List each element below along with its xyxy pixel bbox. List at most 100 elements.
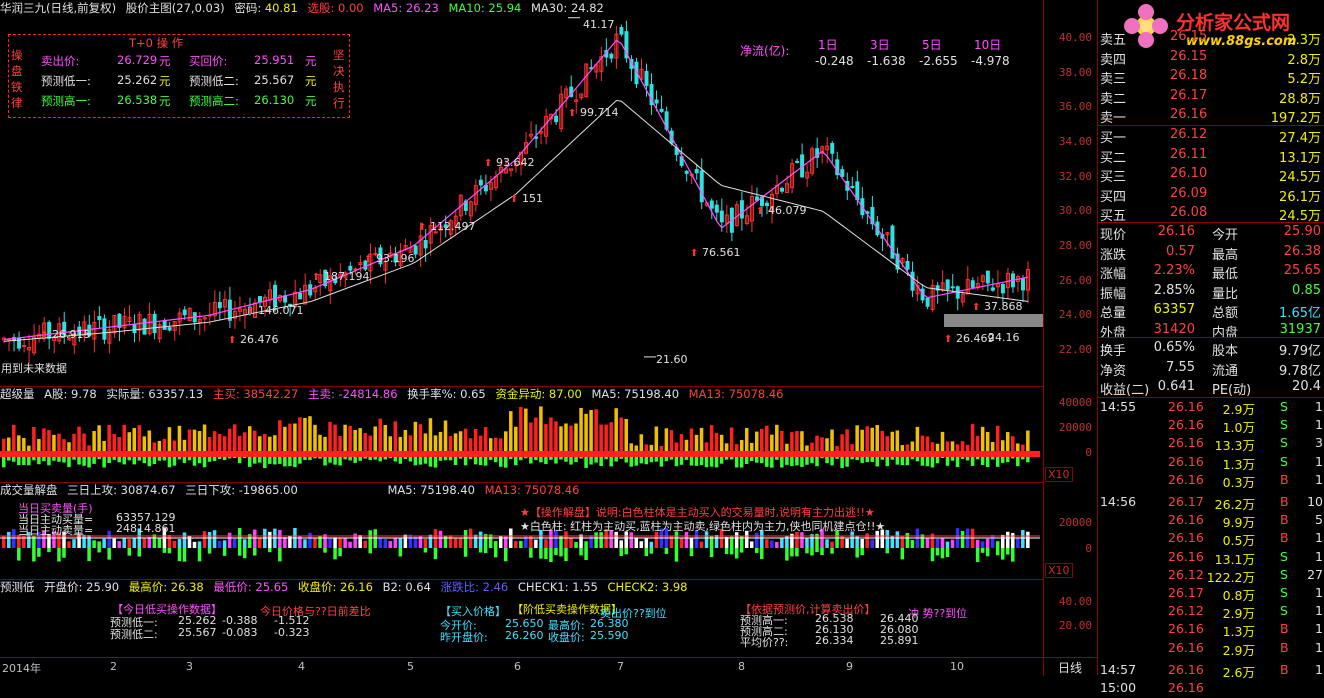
analysis-bar: [584, 541, 588, 548]
low-price: 最低价: 25.65: [213, 580, 289, 594]
tick-row[interactable]: 26.16 13.1万 S 1: [1098, 549, 1324, 567]
analysis-bar: [985, 538, 990, 548]
gray-marker: [944, 314, 1044, 327]
analysis-bar: [92, 540, 96, 548]
volume-chart[interactable]: [0, 400, 1043, 480]
super-volume-panel[interactable]: 超级量 A股: 9.78 实际量: 63357.13 主买: 38542.27 …: [0, 386, 1073, 483]
analysis-bar: [724, 536, 729, 548]
volume-bar: [875, 425, 879, 454]
stat-label: 股本: [1212, 344, 1239, 359]
tick-row[interactable]: 26.16 13.3万 S 3: [1098, 435, 1324, 453]
buy-arrow-icon: ⬆: [944, 334, 953, 345]
analysis-bar: [594, 532, 598, 548]
buy-arrow-icon: ⬆: [246, 306, 255, 317]
volume-bar: [393, 421, 398, 454]
turnover-rate: 换手率%: 0.65: [407, 387, 486, 401]
tick-row[interactable]: 26.12 2.9万 S 1: [1098, 603, 1324, 621]
analysis-bar-neg: [177, 548, 182, 562]
analysis-bar: [749, 541, 754, 548]
tick-side: S: [1280, 548, 1288, 564]
volume-bar: [614, 408, 618, 454]
tick-row[interactable]: 26.16 0.5万 B 1: [1098, 530, 1324, 548]
buy-arrow-icon: ⬆: [228, 335, 237, 346]
tick-row[interactable]: 26.16 1.0万 S 1: [1098, 417, 1324, 435]
tick-row[interactable]: 14:55 26.16 2.9万 S 1: [1098, 399, 1324, 417]
candle-body: [970, 280, 975, 288]
tick-row[interactable]: 15:00 26.16: [1098, 680, 1324, 698]
volume-bar: [187, 429, 192, 454]
tick-row[interactable]: 14:56 26.17 26.2万 B 10: [1098, 494, 1324, 512]
analysis-bar: [995, 541, 1000, 548]
analysis-bar: [684, 531, 689, 548]
analysis-bar: [408, 534, 413, 548]
tick-row[interactable]: 26.16 0.3万 B 1: [1098, 472, 1324, 490]
analysis-bar: [795, 531, 799, 548]
volume-bar: [544, 424, 548, 454]
tick-row[interactable]: 26.16 1.3万 S 1: [1098, 454, 1324, 472]
price-annotation: 146.071: [258, 304, 304, 317]
price-annotation: 151: [522, 192, 543, 205]
volume-bar: [529, 422, 533, 454]
tick-row[interactable]: 14:57 26.16 2.6万 B 1: [1098, 662, 1324, 680]
analysis-bar: [689, 537, 694, 548]
tick-row[interactable]: 26.12 122.2万 S 27: [1098, 567, 1324, 585]
tick-count: 1: [1315, 530, 1323, 546]
candle-body: [990, 287, 995, 291]
volume-bar: [755, 431, 759, 454]
prediction-panel[interactable]: 预测低 开盘价: 25.90 最高价: 26.38 最低价: 25.65 收盘价…: [0, 579, 1043, 657]
analysis-bar-neg: [664, 548, 669, 554]
candle-body: [162, 320, 167, 330]
volume-axis: 40000 20000 0: [1043, 386, 1098, 482]
analysis-bar-neg: [855, 548, 859, 558]
volume-bar: [890, 431, 895, 454]
quote-panel: 分析家公式网 www.88gs.com 卖五 26.15 2.3万 卖四 26.15 2.…: [1097, 0, 1324, 695]
analysis-bar: [699, 541, 704, 548]
candle-body: [182, 309, 187, 316]
analysis-bar: [569, 537, 573, 548]
check1: CHECK1: 1.55: [517, 580, 598, 594]
analysis-bar-neg: [549, 548, 553, 562]
analysis-bar: [755, 532, 759, 548]
price-annotation: 187.194: [324, 270, 370, 283]
sell-volume: 28.8万: [1279, 91, 1321, 107]
analysis-bar: [780, 537, 784, 548]
analysis-bar-neg: [253, 548, 257, 556]
vol-ma13: MA13: 75078.46: [484, 483, 580, 497]
sell-label: 卖一: [1100, 111, 1127, 126]
volume-bar: [423, 433, 428, 454]
candle-body: [684, 170, 689, 174]
analysis-bar: [222, 540, 227, 548]
tick-row[interactable]: 26.17 0.8万 S 1: [1098, 585, 1324, 603]
axis-tick: 40.00: [1058, 31, 1092, 44]
analysis-bar: [177, 539, 182, 548]
analysis-bar: [1016, 537, 1020, 548]
analysis-bar: [830, 541, 834, 548]
date-tick: 7: [617, 660, 624, 673]
stat-value: 31937: [1279, 321, 1321, 337]
tick-volume: 2.9万: [1222, 606, 1255, 622]
analysis-bar-neg: [478, 548, 483, 553]
candle-body: [1020, 278, 1025, 291]
analysis-bar: [132, 537, 137, 548]
analysis-bar: [629, 532, 633, 548]
tick-row[interactable]: 26.16 9.9万 B 5: [1098, 512, 1324, 530]
price-panel[interactable]: 华润三九(日线,前复权) 股价主图(27,0.03) 密码: 40.81 选股:…: [0, 0, 1044, 387]
stat-label: 总额: [1212, 306, 1239, 321]
volume-bar: [107, 424, 111, 454]
candle-body: [167, 327, 172, 331]
ma10-label: MA10: 25.94: [448, 1, 522, 15]
tick-row[interactable]: 26.16 1.3万 B 1: [1098, 621, 1324, 639]
analysis-bar: [960, 530, 965, 548]
indicator-name: 股价主图(27,0.03): [125, 1, 225, 15]
analysis-bar-neg: [975, 548, 980, 562]
analysis-bar: [117, 541, 121, 548]
tick-row[interactable]: 26.16 2.9万 B 1: [1098, 640, 1324, 658]
volume-analysis-panel[interactable]: 成交量解盘 三日上攻: 30874.67 三日下攻: -19865.00 MA5…: [0, 482, 1073, 580]
date-tick: 2: [110, 660, 117, 673]
prediction-axis: 40.00 20.00: [1043, 579, 1098, 657]
axis-tick: 32.00: [1058, 169, 1092, 183]
period-selector[interactable]: 日线: [1043, 657, 1098, 676]
tick-count: 1: [1315, 621, 1323, 637]
candle-body: [413, 245, 418, 255]
volume-bar: [800, 431, 804, 454]
